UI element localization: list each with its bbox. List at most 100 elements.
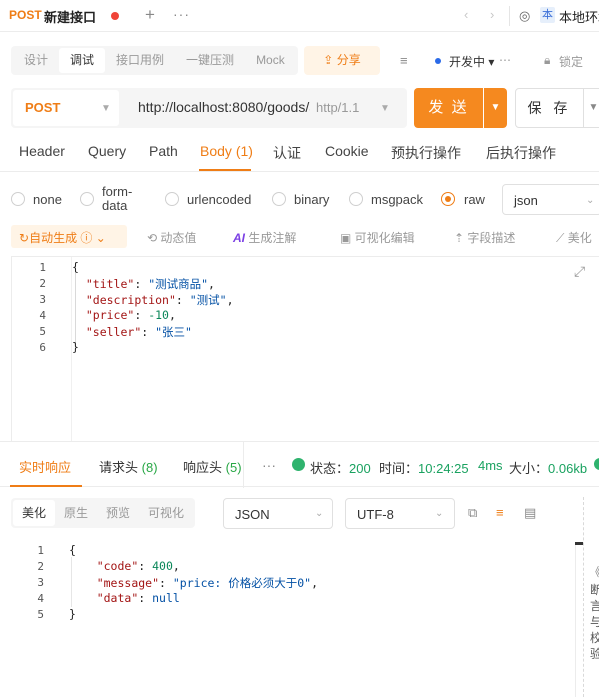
tab-request-headers[interactable]: 请求头 (8)	[99, 457, 158, 476]
save-options-chevron-icon[interactable]: ▼	[584, 88, 599, 128]
tab-response-headers[interactable]: 响应头 (5)	[183, 457, 242, 476]
share-label: 分享	[336, 53, 361, 67]
line-number: 2	[39, 277, 46, 290]
body-type-radios: none form-data urlencoded binary msgpack…	[0, 184, 599, 216]
tab-pre-operations[interactable]: 预执行操作	[391, 143, 461, 163]
copy-icon[interactable]: ⧉	[468, 505, 477, 521]
history-icon[interactable]: ≡	[400, 53, 408, 68]
api-status-select[interactable]: 开发中 ▾	[449, 53, 494, 70]
radio-raw[interactable]	[441, 192, 455, 206]
auto-generate-button[interactable]: ↻自动生成 ⓘ ⌄	[11, 225, 127, 248]
ai-icon: AI	[233, 231, 245, 245]
beautify-button[interactable]: ⟋ 美化	[556, 229, 592, 246]
mode-test-cases[interactable]: 接口用例	[105, 48, 175, 73]
mode-mock[interactable]: Mock	[245, 48, 296, 73]
radio-form-data[interactable]	[80, 192, 94, 206]
response-tabs-bar: 实时响应 请求头 (8) 响应头 (5) ··· 状态：200 时间：10:24…	[0, 441, 599, 488]
tab-title[interactable]: 新建接口	[44, 7, 96, 26]
tab-next-icon[interactable]: ›	[490, 7, 494, 22]
view-visualize[interactable]: 可视化	[139, 500, 193, 526]
tab-body[interactable]: Body (1)	[200, 143, 253, 159]
method-value: POST	[25, 100, 61, 115]
generate-annotation-button[interactable]: AI 生成注解	[233, 229, 296, 246]
environment-settings-icon[interactable]: ◎	[519, 8, 530, 24]
check-icon	[594, 458, 599, 470]
code-line: "code": 400,	[96, 559, 180, 573]
response-type-select[interactable]: JSON ⌄	[223, 498, 333, 529]
dynamic-value-button[interactable]: ⟲ 动态值	[147, 229, 196, 246]
raw-format-select[interactable]: json ⌄	[502, 184, 599, 215]
line-number: 2	[37, 560, 44, 573]
radio-msgpack[interactable]	[349, 192, 363, 206]
radio-urlencoded-label[interactable]: urlencoded	[187, 192, 251, 207]
view-mode-switcher: 美化 原生 预览 可视化	[11, 498, 196, 528]
vertical-scrollbar[interactable]	[575, 542, 583, 697]
code-line: "seller": "张三"	[85, 325, 192, 339]
radio-none[interactable]	[11, 192, 25, 206]
chevron-down-icon[interactable]: ▼	[380, 103, 390, 114]
line-number: 4	[39, 309, 46, 322]
tab-more-button[interactable]: ···	[173, 6, 190, 22]
chevron-down-icon[interactable]: ⌄	[96, 231, 106, 245]
url-input[interactable]: http://localhost:8080/goods/add	[138, 99, 310, 115]
response-type-value: JSON	[235, 507, 270, 522]
http-version-select[interactable]: http/1.1	[316, 100, 359, 115]
line-number: 1	[37, 544, 44, 557]
send-button[interactable]: 发 送	[414, 88, 483, 128]
request-body-editor[interactable]: 1 2 3 4 5 6 { "title": "测试商品", "descript…	[11, 256, 599, 454]
view-raw[interactable]: 原生	[55, 500, 97, 526]
view-beautify[interactable]: 美化	[13, 500, 56, 526]
save-button[interactable]: 保 存	[515, 88, 584, 128]
radio-urlencoded[interactable]	[165, 192, 179, 206]
radio-binary-label[interactable]: binary	[294, 192, 329, 207]
env-divider	[509, 6, 510, 26]
line-number-gutter: 1 2 3 4 5	[11, 540, 61, 697]
response-body-viewer[interactable]: 1 2 3 4 5 { "code": 400, "message": "pri…	[11, 540, 583, 697]
more-options-icon[interactable]: ⋯	[499, 53, 511, 67]
field-description-button[interactable]: ⇡ 字段描述	[454, 229, 515, 246]
collapse-panel-icon[interactable]: 《	[589, 563, 599, 580]
tab-header[interactable]: Header	[19, 143, 65, 159]
radio-msgpack-label[interactable]: msgpack	[371, 192, 423, 207]
view-preview[interactable]: 预览	[97, 500, 139, 526]
lock-icon[interactable]: 🔒︎	[544, 53, 550, 68]
send-options-chevron-icon[interactable]: ▼	[484, 88, 507, 128]
mode-debug[interactable]: 调试	[59, 48, 106, 73]
new-tab-button[interactable]: +	[145, 5, 155, 25]
tab-post-operations[interactable]: 后执行操作	[486, 143, 556, 163]
method-select[interactable]: POST ▼	[13, 90, 119, 126]
environment-badge[interactable]: 本	[540, 7, 555, 23]
response-more-button[interactable]: ···	[262, 457, 276, 473]
expand-editor-icon[interactable]: ⤢	[574, 263, 585, 280]
help-icon: ⓘ	[80, 231, 93, 245]
tab-method-badge[interactable]: POST	[9, 8, 42, 22]
visual-edit-button[interactable]: ▣ 可视化编辑	[340, 229, 415, 246]
dynamic-icon: ⟲	[147, 231, 161, 245]
auto-generate-label: 自动生成	[29, 231, 78, 245]
tab-realtime-response[interactable]: 实时响应	[19, 457, 71, 476]
unsaved-dot-icon[interactable]	[111, 12, 119, 20]
share-icon: ⇪	[323, 53, 337, 67]
lock-label[interactable]: 锁定	[559, 53, 583, 70]
mode-switcher: 设计 调试 接口用例 一键压测 Mock	[11, 46, 298, 75]
mode-load-test[interactable]: 一键压测	[175, 48, 245, 73]
environment-name[interactable]: 本地环境	[559, 7, 599, 26]
share-button[interactable]: ⇪ 分享	[304, 46, 380, 75]
response-status: 状态：200	[310, 461, 371, 476]
radio-raw-label[interactable]: raw	[464, 192, 485, 207]
radio-none-label[interactable]: none	[33, 192, 62, 207]
radio-binary[interactable]	[272, 192, 286, 206]
wrap-lines-icon[interactable]: ≡	[496, 505, 504, 520]
tab-cookie[interactable]: Cookie	[325, 143, 369, 159]
save-response-icon[interactable]: ▤	[524, 505, 536, 521]
tab-query[interactable]: Query	[88, 143, 126, 159]
tab-prev-icon[interactable]: ‹	[464, 7, 468, 22]
radio-form-data-label[interactable]: form-data	[102, 185, 142, 213]
chevron-down-icon: ▼	[101, 103, 111, 114]
mode-design[interactable]: 设计	[13, 48, 59, 73]
code-line: }	[72, 340, 79, 354]
encoding-select[interactable]: UTF-8 ⌄	[345, 498, 455, 529]
assertion-panel-label[interactable]: 断言与校验	[590, 582, 599, 662]
tab-auth[interactable]: 认证	[273, 143, 301, 163]
tab-path[interactable]: Path	[149, 143, 178, 159]
